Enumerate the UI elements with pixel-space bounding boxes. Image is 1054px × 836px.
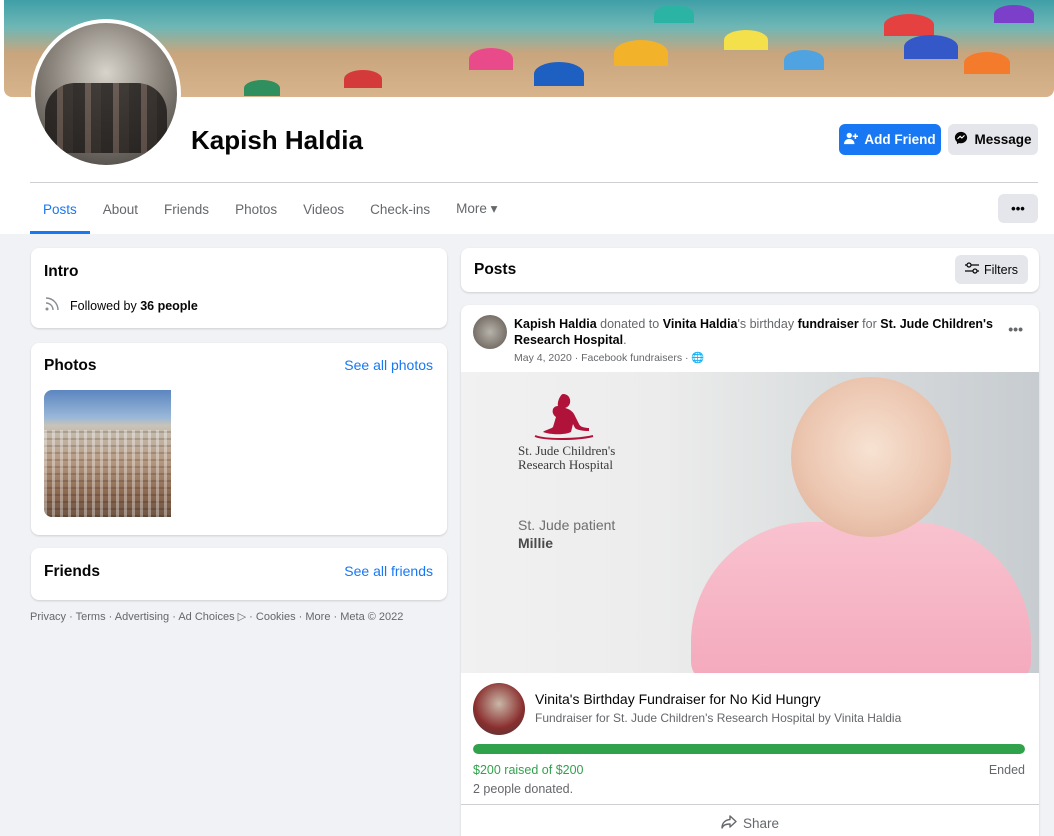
photos-card: Photos See all photos (31, 343, 447, 535)
followed-count[interactable]: 36 people (140, 299, 198, 313)
friends-card: Friends See all friends (31, 548, 447, 600)
fundraiser-progress-bar (473, 744, 1025, 754)
photo-thumbnail[interactable] (44, 390, 171, 517)
filters-label: Filters (983, 262, 1018, 277)
friends-title: Friends (44, 563, 100, 580)
tab-posts[interactable]: Posts (30, 184, 90, 234)
profile-name: Kapish Haldia (191, 125, 363, 155)
tab-check-ins[interactable]: Check-ins (357, 184, 443, 234)
post-author-avatar[interactable] (473, 315, 507, 349)
followers-row: Followed by 36 people (44, 296, 198, 315)
share-icon (721, 814, 737, 832)
tab-more[interactable]: More ▾ (443, 184, 510, 234)
share-button[interactable]: Share (461, 805, 1039, 836)
add-friend-button[interactable]: Add Friend (839, 124, 941, 155)
tab-friends[interactable]: Friends (151, 184, 222, 234)
st-jude-brand: St. Jude Children's Research Hospital (518, 443, 616, 472)
ellipsis-icon: ••• (1011, 201, 1025, 216)
patient-photo-face (791, 377, 951, 537)
post-meta: May 4, 2020 · Facebook fundraisers · 🌐 (514, 352, 705, 364)
posts-header-card: Posts Filters (461, 248, 1039, 292)
tab-about[interactable]: About (90, 184, 151, 234)
share-label: Share (742, 815, 780, 831)
filter-sliders-icon (964, 262, 979, 277)
post-card: Kapish Haldia donated to Vinita Haldia's… (461, 305, 1039, 836)
profile-header: Kapish Haldia Add Friend Message Posts A… (0, 0, 1054, 234)
filters-button[interactable]: Filters (954, 255, 1028, 284)
tab-videos[interactable]: Videos (290, 184, 357, 234)
see-all-photos-link[interactable]: See all photos (344, 357, 433, 373)
posts-title: Posts (474, 261, 517, 278)
followed-prefix: Followed by (70, 298, 141, 313)
intro-card: Intro Followed by 36 people (31, 248, 447, 328)
post-options-icon[interactable]: ••• (1008, 321, 1023, 337)
add-friend-label: Add Friend (864, 132, 936, 147)
post-author-link[interactable]: Kapish Haldia (514, 317, 597, 331)
fundraiser-subtitle: Fundraiser for St. Jude Children's Resea… (535, 711, 902, 725)
message-button[interactable]: Message (948, 124, 1038, 155)
more-options-button[interactable]: ••• (998, 194, 1038, 223)
photos-title: Photos (44, 357, 97, 374)
post-fundraiser-link[interactable]: fundraiser (798, 317, 859, 331)
amount-raised: $200 raised of $200 (473, 763, 584, 777)
intro-title: Intro (44, 263, 79, 280)
profile-tabs: Posts About Friends Photos Videos Check-… (30, 184, 510, 234)
tab-photos[interactable]: Photos (222, 184, 290, 234)
fundraiser-title[interactable]: Vinita's Birthday Fundraiser for No Kid … (535, 691, 821, 707)
progress-fill (473, 744, 1025, 754)
fundraiser-banner-image[interactable]: St. Jude Children's Research Hospital St… (461, 372, 1039, 673)
patient-caption: St. Jude patient Millie (518, 517, 616, 551)
donor-count: 2 people donated. (473, 782, 574, 796)
fundraiser-status: Ended (988, 763, 1025, 777)
st-jude-logo-icon (534, 394, 594, 440)
patient-photo-body (691, 522, 1031, 673)
add-friend-icon (844, 131, 859, 148)
message-label: Message (974, 132, 1032, 147)
footer-links[interactable]: Privacy · Terms · Advertising · Ad Choic… (30, 610, 403, 623)
post-headline: Kapish Haldia donated to Vinita Haldia's… (514, 317, 993, 347)
see-all-friends-link[interactable]: See all friends (344, 563, 433, 579)
fundraiser-avatar[interactable] (473, 683, 525, 735)
header-divider (30, 182, 1038, 183)
profile-avatar[interactable] (31, 19, 181, 169)
messenger-icon (954, 131, 968, 148)
rss-icon (44, 296, 60, 315)
post-recipient-link[interactable]: Vinita Haldia (663, 317, 738, 331)
